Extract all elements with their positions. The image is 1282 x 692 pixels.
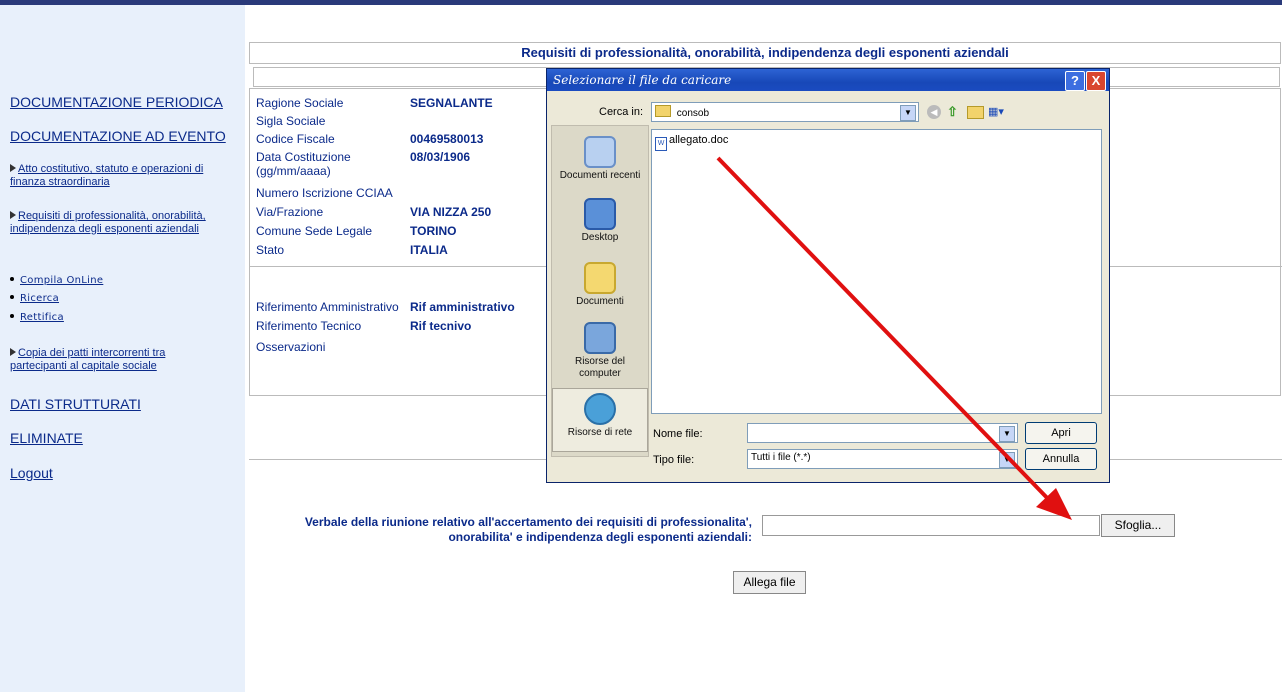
value-data-costituzione: 08/03/1906 [410, 150, 471, 164]
label-rif-amministrativo: Riferimento Amministrativo [256, 300, 399, 314]
upload-label: Verbale della riunione relativo all'acce… [232, 515, 752, 545]
word-document-icon: W [655, 137, 667, 151]
bullet-icon [10, 314, 14, 318]
place-label: Desktop [581, 232, 619, 243]
place-desktop[interactable]: Desktop [552, 198, 648, 244]
browse-button[interactable]: Sfoglia... [1101, 514, 1175, 537]
value-via: VIA NIZZA 250 [410, 205, 492, 219]
documents-folder-icon [584, 262, 616, 294]
nav-documentazione-periodica[interactable]: DOCUMENTAZIONE PERIODICA [10, 94, 223, 110]
file-item[interactable]: Wallegato.doc [655, 134, 728, 151]
nav-atto-label: Atto costitutivo, statuto e operazioni d… [10, 163, 204, 188]
filetype-select[interactable]: Tutti i file (*.*) ▼ [747, 449, 1018, 469]
file-list[interactable]: Wallegato.doc [651, 129, 1102, 414]
chevron-down-icon[interactable]: ▼ [999, 452, 1015, 468]
place-label: Documenti recenti [559, 170, 641, 181]
back-icon[interactable]: ◀ [927, 105, 941, 119]
label-comune: Comune Sede Legale [256, 224, 373, 238]
page-title: Requisiti di professionalità, onorabilit… [521, 45, 1009, 60]
file-upload-dialog: Selezionare il file da caricare ? X Cerc… [546, 68, 1110, 483]
label-via: Via/Frazione [256, 205, 324, 219]
label-rif-tecnico: Riferimento Tecnico [256, 319, 362, 333]
place-risorse-computer[interactable]: Risorse del computer [552, 322, 648, 380]
nav-ricerca[interactable]: Ricerca [10, 293, 59, 304]
nav-copia-label: Copia dei patti intercorrenti tra partec… [10, 347, 166, 372]
view-menu-icon[interactable]: ▦▾ [988, 105, 1010, 119]
label-sigla-sociale: Sigla Sociale [256, 114, 326, 128]
value-codice-fiscale: 00469580013 [410, 132, 484, 146]
label-stato: Stato [256, 243, 285, 257]
look-in-value: consob [676, 108, 710, 119]
triangle-icon [10, 348, 16, 356]
file-name: allegato.doc [669, 134, 729, 146]
place-label: Documenti [576, 296, 624, 307]
nav-eliminate[interactable]: ELIMINATE [10, 430, 83, 446]
filetype-label: Tipo file: [653, 454, 695, 466]
file-path-input[interactable] [762, 515, 1100, 536]
new-folder-icon[interactable] [967, 106, 984, 119]
label-codice-fiscale: Codice Fiscale [256, 132, 335, 146]
nav-atto-costitutivo[interactable]: Atto costitutivo, statuto e operazioni d… [10, 163, 220, 189]
label-data-costituzione: Data Costituzione (gg/mm/aaaa) [256, 150, 351, 178]
folder-icon [655, 105, 671, 117]
clock-icon [584, 136, 616, 168]
close-button[interactable]: X [1086, 71, 1106, 91]
place-documenti-recenti[interactable]: Documenti recenti [552, 136, 648, 182]
sidebar: DOCUMENTAZIONE PERIODICA DOCUMENTAZIONE … [0, 5, 245, 692]
value-rif-tecnico: Rif tecnivo [410, 319, 472, 333]
value-stato: ITALIA [410, 243, 448, 257]
place-risorse-rete[interactable]: Risorse di rete [552, 388, 648, 452]
desktop-icon [584, 198, 616, 230]
nav-documentazione-ad-evento[interactable]: DOCUMENTAZIONE AD EVENTO [10, 128, 226, 144]
nav-requisiti[interactable]: Requisiti di professionalità, onorabilit… [10, 210, 220, 236]
upload-label-line-2: onorabilita' e indipendenza degli espone… [448, 530, 752, 544]
look-in-select[interactable]: consob ▼ [651, 102, 919, 122]
cancel-button[interactable]: Annulla [1025, 448, 1097, 470]
filetype-value: Tutti i file (*.*) [751, 452, 811, 463]
nav-compila-online[interactable]: Compila OnLine [10, 275, 103, 286]
filename-input[interactable]: ▼ [747, 423, 1018, 443]
nav-logout[interactable]: Logout [10, 465, 53, 481]
place-label: Risorse di rete [567, 427, 633, 438]
triangle-icon [10, 211, 16, 219]
bullet-icon [10, 277, 14, 281]
chevron-down-icon[interactable]: ▼ [900, 105, 916, 121]
nav-rettifica-label: Rettifica [20, 312, 64, 323]
nav-dati-strutturati[interactable]: DATI STRUTTURATI [10, 396, 141, 412]
place-label: Risorse del computer [574, 356, 626, 379]
label-numero-cciaa: Numero Iscrizione CCIAA [256, 186, 393, 200]
filename-label: Nome file: [653, 428, 703, 440]
up-folder-icon[interactable]: ⇧ [947, 105, 963, 119]
label-osservazioni: Osservazioni [256, 340, 326, 354]
dialog-title: Selezionare il file da caricare [553, 73, 732, 87]
triangle-icon [10, 164, 16, 172]
chevron-down-icon[interactable]: ▼ [999, 426, 1015, 442]
nav-requisiti-label: Requisiti di professionalità, onorabilit… [10, 210, 206, 235]
places-bar: Documenti recenti Desktop Documenti Riso… [551, 125, 649, 457]
dialog-title-bar[interactable]: Selezionare il file da caricare ? X [547, 69, 1109, 91]
upload-label-line-1: Verbale della riunione relativo all'acce… [304, 515, 752, 529]
computer-icon [584, 322, 616, 354]
look-in-label: Cerca in: [599, 106, 644, 118]
value-comune: TORINO [410, 224, 457, 238]
nav-copia-patti[interactable]: Copia dei patti intercorrenti tra partec… [10, 347, 220, 373]
network-globe-icon [584, 393, 616, 425]
bullet-icon [10, 295, 14, 299]
title-box: Requisiti di professionalità, onorabilit… [249, 42, 1281, 64]
value-rif-amministrativo: Rif amministrativo [410, 300, 515, 314]
place-documenti[interactable]: Documenti [552, 262, 648, 308]
attach-file-button[interactable]: Allega file [733, 571, 806, 594]
nav-ricerca-label: Ricerca [20, 293, 59, 304]
value-ragione-sociale: SEGNALANTE [410, 96, 493, 110]
help-button[interactable]: ? [1065, 71, 1085, 91]
label-ragione-sociale: Ragione Sociale [256, 96, 344, 110]
nav-compila-label: Compila OnLine [20, 275, 104, 286]
open-button[interactable]: Apri [1025, 422, 1097, 444]
nav-rettifica[interactable]: Rettifica [10, 312, 64, 323]
